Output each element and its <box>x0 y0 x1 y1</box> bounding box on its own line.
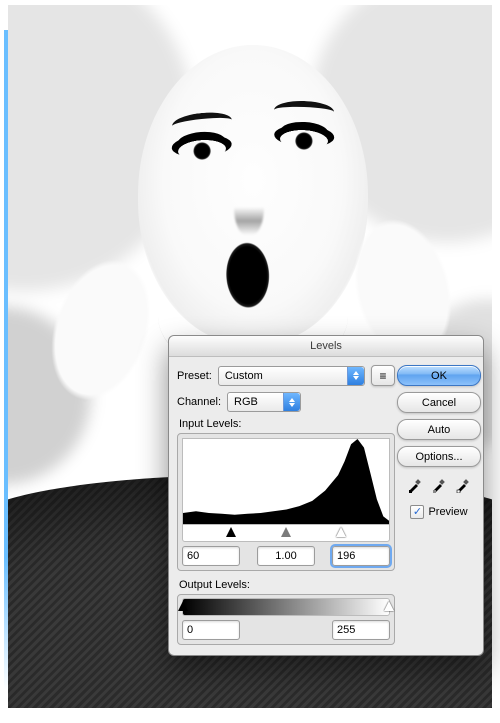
preset-label: Preset: <box>177 370 212 382</box>
preview-toggle[interactable]: ✓ Preview <box>410 505 467 519</box>
input-gamma-field[interactable]: 1.00 <box>257 546 315 566</box>
output-slider-track[interactable] <box>182 598 390 616</box>
auto-button[interactable]: Auto <box>397 419 481 440</box>
chevrons-icon <box>283 393 300 411</box>
output-black-handle[interactable] <box>178 601 188 611</box>
input-black-handle[interactable] <box>226 527 236 537</box>
output-white-field[interactable]: 255 <box>332 620 390 640</box>
eyedropper-gray-icon[interactable] <box>430 475 448 493</box>
options-button[interactable]: Options... <box>397 446 481 467</box>
input-slider-track[interactable] <box>182 524 390 542</box>
histogram <box>182 438 390 525</box>
preset-menu-button[interactable]: ≡ <box>371 365 395 386</box>
eyedropper-group <box>406 475 472 493</box>
channel-select[interactable]: RGB <box>227 392 301 412</box>
cancel-button[interactable]: Cancel <box>397 392 481 413</box>
output-black-field[interactable]: 0 <box>182 620 240 640</box>
input-black-field[interactable]: 60 <box>182 546 240 566</box>
histogram-frame: 60 1.00 196 <box>177 433 395 571</box>
eyedropper-black-icon[interactable] <box>406 475 424 493</box>
input-levels-label: Input Levels: <box>179 418 395 430</box>
checkbox-icon: ✓ <box>410 505 424 519</box>
preview-label: Preview <box>428 506 467 518</box>
input-white-handle[interactable] <box>336 527 346 537</box>
preset-select[interactable]: Custom <box>218 366 365 386</box>
levels-dialog: Levels Preset: Custom ≡ Channel: RGB <box>168 335 484 656</box>
eyedropper-white-icon[interactable] <box>454 475 472 493</box>
channel-label: Channel: <box>177 396 221 408</box>
output-white-handle[interactable] <box>384 601 394 611</box>
input-gamma-handle[interactable] <box>281 527 291 537</box>
menu-icon: ≡ <box>379 370 386 382</box>
output-frame: 0 255 <box>177 594 395 645</box>
ok-button[interactable]: OK <box>397 365 481 386</box>
output-levels-label: Output Levels: <box>179 579 395 591</box>
chevrons-icon <box>347 367 364 385</box>
channel-value: RGB <box>228 396 264 408</box>
dialog-title: Levels <box>169 336 483 357</box>
histogram-svg <box>183 439 389 525</box>
input-white-field[interactable]: 196 <box>332 546 390 566</box>
preset-value: Custom <box>219 370 269 382</box>
